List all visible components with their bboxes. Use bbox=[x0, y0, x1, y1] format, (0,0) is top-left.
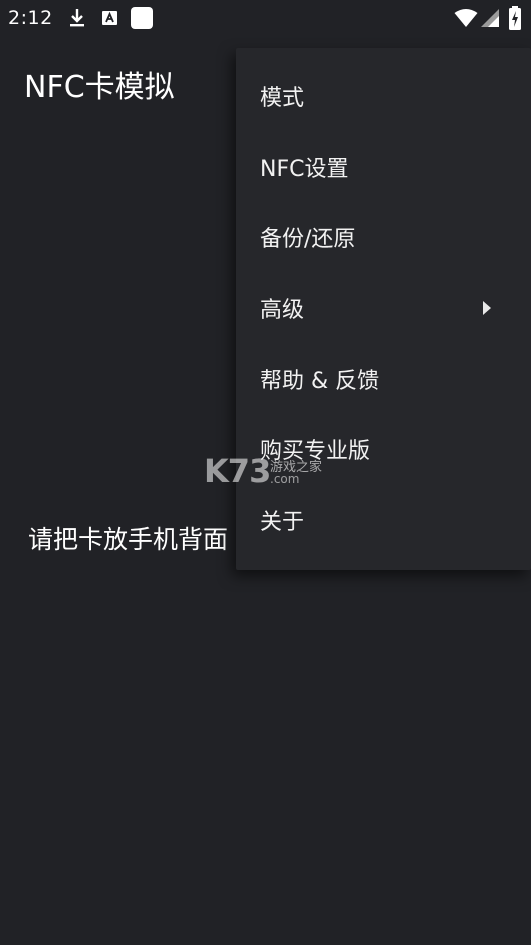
menu-item-label: 高级 bbox=[260, 298, 305, 323]
menu-item-mode[interactable]: 模式 bbox=[236, 61, 531, 131]
nfc-instruction-text: 请把卡放手机背面 bbox=[28, 525, 229, 554]
overflow-menu: 模式 NFC设置 备份/还原 高级 帮助 & 反馈 购买专业版 关于 bbox=[236, 48, 531, 570]
menu-item-label: 帮助 & 反馈 bbox=[260, 369, 380, 394]
menu-item-label: 备份/还原 bbox=[260, 227, 356, 252]
screen: 2:12 NFC卡模拟 请把卡放手机背面 模式 NFC设置 备份/还原 高级 帮… bbox=[0, 0, 531, 945]
menu-item-help-feedback[interactable]: 帮助 & 反馈 bbox=[236, 344, 531, 414]
menu-item-label: NFC设置 bbox=[260, 157, 349, 182]
menu-item-backup-restore[interactable]: 备份/还原 bbox=[236, 202, 531, 272]
wifi-icon bbox=[454, 8, 478, 30]
status-time: 2:12 bbox=[8, 7, 53, 29]
menu-item-label: 关于 bbox=[260, 510, 305, 535]
submenu-arrow-icon bbox=[483, 301, 491, 315]
menu-item-nfc-settings[interactable]: NFC设置 bbox=[236, 132, 531, 202]
download-icon bbox=[66, 7, 88, 29]
notification-square-icon bbox=[130, 6, 154, 30]
menu-item-label: 模式 bbox=[260, 86, 305, 111]
status-bar: 2:12 bbox=[0, 0, 531, 36]
signal-icon bbox=[480, 8, 500, 30]
battery-charging-icon bbox=[507, 5, 523, 31]
menu-item-label: 购买专业版 bbox=[260, 439, 371, 464]
menu-item-about[interactable]: 关于 bbox=[236, 485, 531, 555]
keyboard-icon bbox=[99, 7, 121, 29]
menu-item-advanced[interactable]: 高级 bbox=[236, 273, 531, 343]
menu-item-buy-pro[interactable]: 购买专业版 bbox=[236, 414, 531, 484]
app-title: NFC卡模拟 bbox=[24, 70, 175, 105]
